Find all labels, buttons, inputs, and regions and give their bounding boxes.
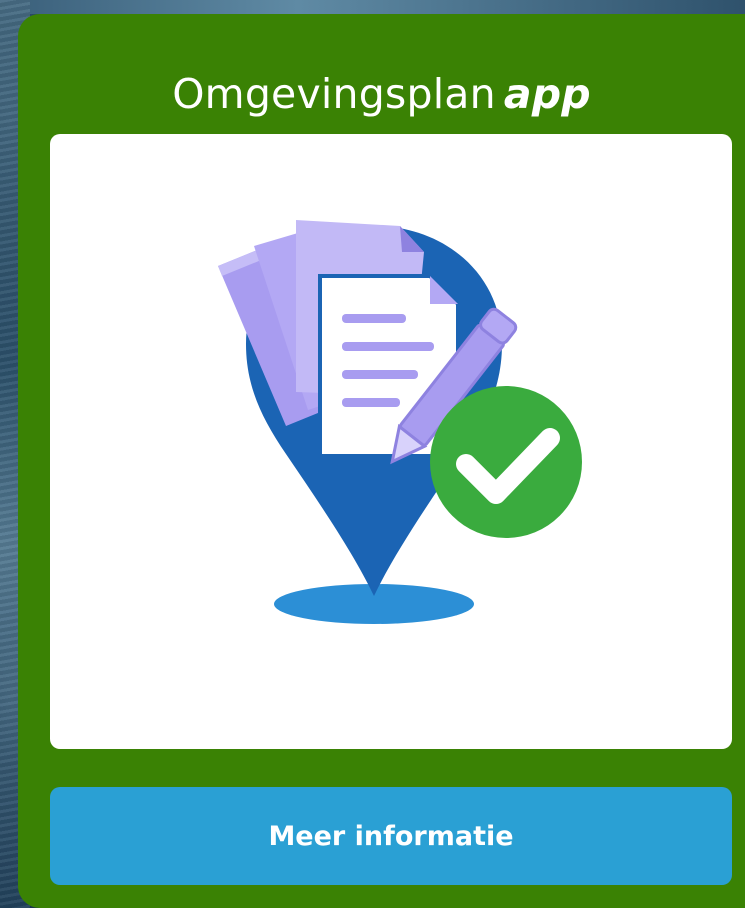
background-photo-top	[0, 0, 745, 14]
more-info-button[interactable]: Meer informatie	[50, 787, 732, 885]
illustration-panel	[50, 134, 732, 749]
map-pin-documents-pencil-check-icon	[218, 220, 582, 624]
card-title-main: Omgevingsplan	[172, 70, 496, 118]
card-title-emphasis: app	[503, 70, 591, 118]
check-badge-icon	[430, 386, 582, 538]
card-title: Omgevingsplan app	[18, 66, 745, 122]
app-card: Omgevingsplan app Meer informatie	[18, 14, 745, 908]
